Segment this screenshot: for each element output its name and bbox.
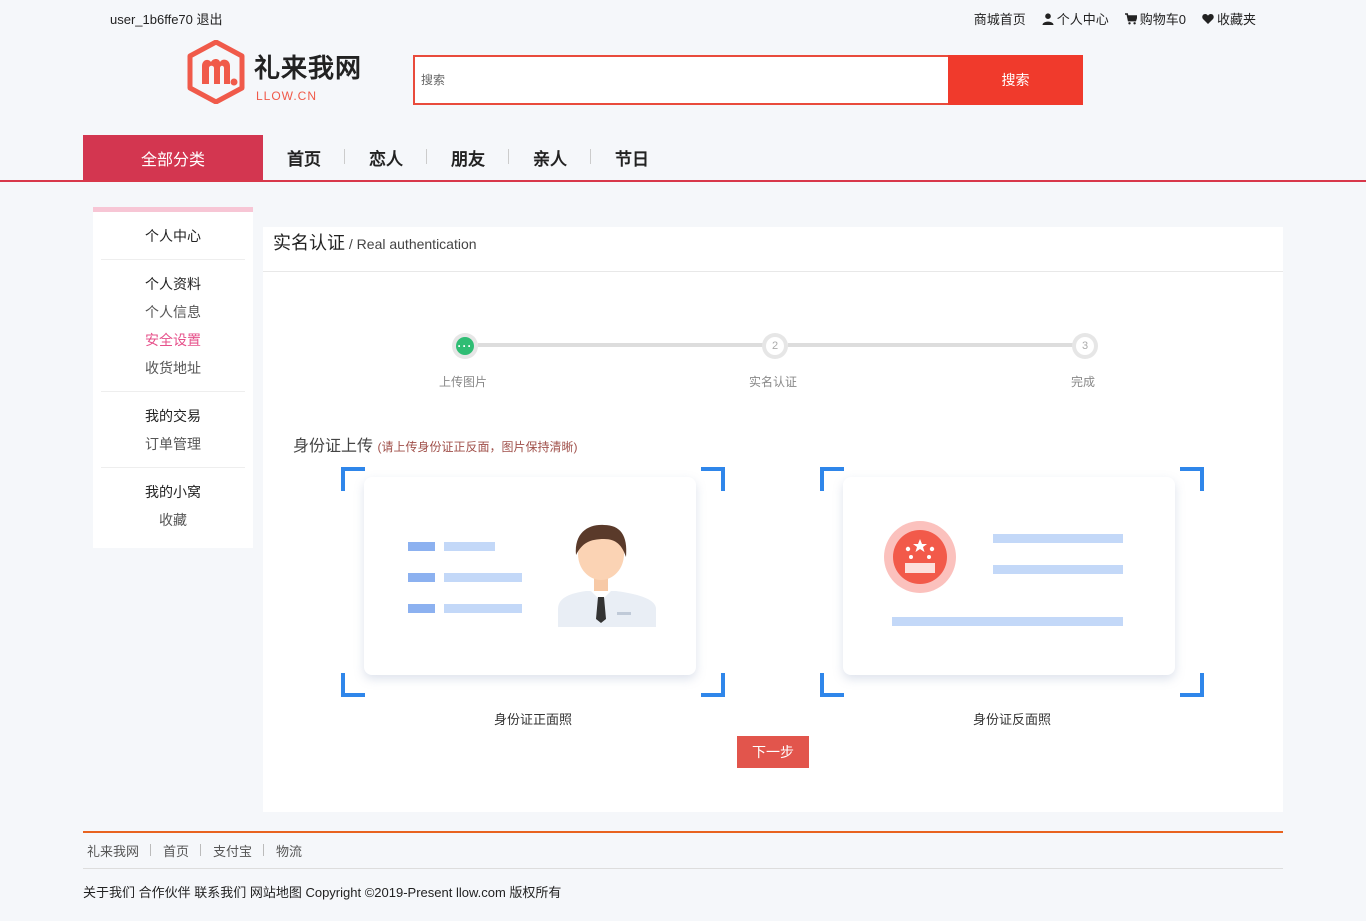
step-2-number: 2 [766,337,784,355]
cart-icon [1124,12,1137,24]
frame-corner [820,673,844,697]
footer-link-logistics[interactable]: 物流 [264,841,314,860]
top-nav-user-center[interactable]: 个人中心 [1042,9,1109,28]
national-emblem-icon [884,521,1123,626]
upload-hint: (请上传身份证正反面，图片保持清晰) [377,440,578,454]
step-line-1 [478,343,775,347]
footer: 礼来我网 首页 支付宝 物流 关于我们 合作伙伴 联系我们 网站地图 Copyr… [83,831,1283,901]
sidebar-heading-nest: 我的小窝 [145,484,201,500]
page-title: 实名认证 [273,233,345,253]
sidebar-item-personal-info[interactable]: 个人信息 [101,298,245,326]
frame-corner [701,673,725,697]
nav-link-lovers[interactable]: 恋人 [345,145,427,170]
footer-links: 礼来我网 首页 支付宝 物流 [83,833,1283,869]
step-2-dot: 2 [762,333,788,359]
main-content: 实名认证 / Real authentication ··· 2 3 上传图片 … [263,227,1283,812]
search-button[interactable]: 搜索 [948,55,1083,105]
page-header: 实名认证 / Real authentication [263,227,1283,272]
sidebar-title-group: 个人中心 [101,212,245,260]
user-info: user_1b6ffe70 退出 [110,9,223,28]
frame-corner [820,467,844,491]
nav-link-friends[interactable]: 朋友 [427,145,509,170]
sidebar-title[interactable]: 个人中心 [101,222,245,250]
top-nav-home-label: 商城首页 [973,12,1026,27]
all-categories-button[interactable]: 全部分类 [83,135,263,180]
nav-link-home[interactable]: 首页 [263,145,345,170]
sidebar: 个人中心 个人资料 个人信息 安全设置 收货地址 我的交易 订单管理 我的小窝 … [93,207,253,548]
top-nav: 商城首页 个人中心 购物车0 收藏夹 [974,9,1256,28]
frame-corner [341,467,365,491]
step-1-ellipsis-icon: ··· [456,337,474,355]
footer-link-alipay[interactable]: 支付宝 [201,841,265,860]
top-nav-favorites-label: 收藏夹 [1216,12,1256,27]
top-nav-favorites[interactable]: 收藏夹 [1202,9,1256,28]
step-3-label: 完成 [1070,375,1095,389]
footer-copyright: 关于我们 合作伙伴 联系我们 网站地图 Copyright ©2019-Pres… [83,885,562,900]
frame-corner [701,467,725,491]
id-back-upload-area[interactable] [843,477,1175,675]
step-3-number: 3 [1076,337,1094,355]
site-logo[interactable]: 礼来我网 LLOW.CN [186,40,376,106]
upload-title-text: 身份证上传 [293,438,374,455]
logo-subtitle: LLOW.CN [256,89,318,103]
upload-title: 身份证上传 (请上传身份证正反面，图片保持清晰) [293,432,577,456]
id-front-caption: 身份证正面照 [493,712,572,727]
sidebar-item-address[interactable]: 收货地址 [101,354,245,382]
main-nav: 全部分类 首页 恋人 朋友 亲人 节日 [0,135,1366,182]
frame-corner [1180,673,1204,697]
logout-link[interactable]: 退出 [197,12,223,27]
id-back-upload: 身份证反面照 [820,467,1204,727]
logo-hexagon-icon [187,40,245,104]
logo-name: 礼来我网 [254,54,363,84]
id-front-upload-area[interactable] [364,477,696,675]
page-subtitle: / Real authentication [348,236,477,252]
sidebar-item-favorites[interactable]: 收藏 [101,506,245,534]
search-bar: 搜索 [413,55,1083,105]
sidebar-group-nest: 我的小窝 收藏 [101,468,245,543]
footer-link-site[interactable]: 礼来我网 [83,841,152,860]
nav-links: 首页 恋人 朋友 亲人 节日 [263,135,673,180]
step-line-2 [788,343,1085,347]
step-1-label: 上传图片 [438,375,487,389]
step-1-dot: ··· [452,333,478,359]
progress-steps: ··· 2 3 上传图片 实名认证 完成 [263,333,1283,393]
sidebar-heading-profile: 个人资料 [145,276,201,292]
top-nav-user-center-label: 个人中心 [1056,12,1109,27]
nav-link-family[interactable]: 亲人 [509,145,591,170]
search-input[interactable] [413,55,948,105]
sidebar-item-security[interactable]: 安全设置 [101,326,245,354]
user-icon [1042,12,1054,25]
sidebar-item-orders[interactable]: 订单管理 [101,430,245,458]
step-2-label: 实名认证 [748,375,797,389]
sidebar-group-trade: 我的交易 订单管理 [101,392,245,468]
nav-link-holidays[interactable]: 节日 [591,145,673,170]
username[interactable]: user_1b6ffe70 [110,12,193,27]
heart-icon [1202,13,1214,24]
next-step-button[interactable]: 下一步 [737,736,809,768]
top-nav-cart[interactable]: 购物车0 [1124,9,1186,28]
sidebar-group-profile: 个人资料 个人信息 安全设置 收货地址 [101,260,245,392]
id-back-caption: 身份证反面照 [972,712,1051,727]
top-nav-cart-label: 购物车0 [1139,12,1186,27]
step-3-dot: 3 [1072,333,1098,359]
top-bar: user_1b6ffe70 退出 商城首页 个人中心 购物车0 收藏夹 [0,0,1366,34]
frame-corner [1180,467,1204,491]
frame-corner [341,673,365,697]
sidebar-heading-trade: 我的交易 [145,408,201,424]
footer-link-home[interactable]: 首页 [151,841,202,860]
top-nav-home[interactable]: 商城首页 [974,9,1026,28]
id-front-illustration-icon [408,524,656,627]
id-front-upload: 身份证正面照 [341,467,725,727]
